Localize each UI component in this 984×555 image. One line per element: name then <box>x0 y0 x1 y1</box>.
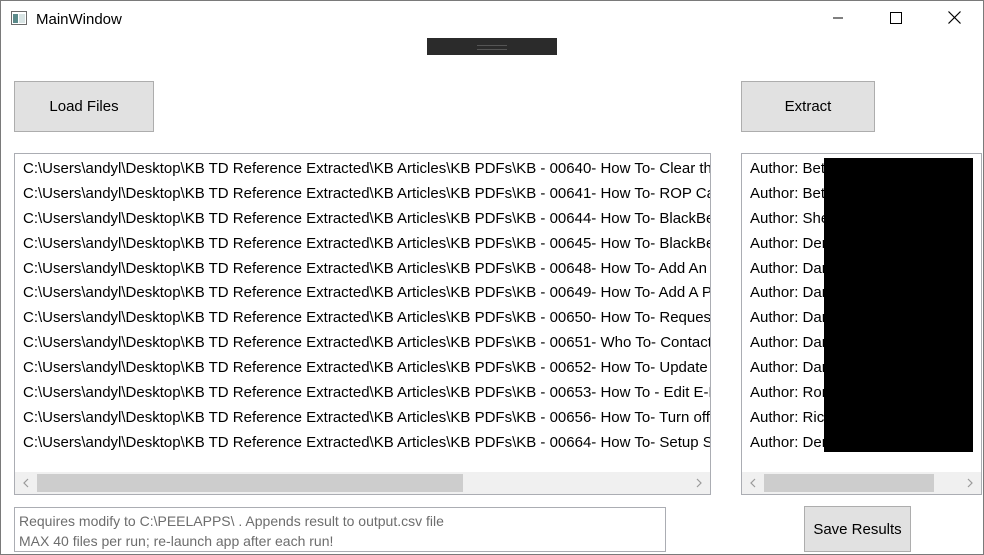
extract-button[interactable]: Extract <box>741 81 875 132</box>
results-horizontal-scrollbar[interactable] <box>742 472 981 494</box>
drag-handle[interactable] <box>427 38 557 55</box>
files-horizontal-scrollbar[interactable] <box>15 472 710 494</box>
files-list-rows: C:\Users\andyl\Desktop\KB TD Reference E… <box>15 157 710 472</box>
results-scroll-thumb[interactable] <box>764 474 934 492</box>
maximize-button[interactable] <box>867 1 925 39</box>
chevron-left-icon[interactable] <box>742 472 764 494</box>
chevron-left-icon[interactable] <box>15 472 37 494</box>
files-list[interactable]: C:\Users\andyl\Desktop\KB TD Reference E… <box>14 153 711 495</box>
main-window: MainWindow Load Files Extract C:\Users\a… <box>0 0 984 555</box>
notes-line: Requires modify to C:\PEELAPPS\ . Append… <box>19 513 444 529</box>
chevron-right-icon[interactable] <box>959 472 981 494</box>
list-item[interactable]: C:\Users\andyl\Desktop\KB TD Reference E… <box>15 207 710 232</box>
title-bar[interactable]: MainWindow <box>1 1 983 39</box>
list-item[interactable]: C:\Users\andyl\Desktop\KB TD Reference E… <box>15 431 710 456</box>
chevron-right-icon[interactable] <box>688 472 710 494</box>
load-files-button[interactable]: Load Files <box>14 81 154 132</box>
close-button[interactable] <box>925 1 983 39</box>
notes-textbox[interactable]: Requires modify to C:\PEELAPPS\ . Append… <box>14 507 666 552</box>
list-item[interactable]: C:\Users\andyl\Desktop\KB TD Reference E… <box>15 182 710 207</box>
list-item[interactable]: C:\Users\andyl\Desktop\KB TD Reference E… <box>15 281 710 306</box>
maximize-icon <box>890 11 902 29</box>
list-item[interactable]: C:\Users\andyl\Desktop\KB TD Reference E… <box>15 381 710 406</box>
list-item[interactable]: C:\Users\andyl\Desktop\KB TD Reference E… <box>15 331 710 356</box>
list-item[interactable]: C:\Users\andyl\Desktop\KB TD Reference E… <box>15 306 710 331</box>
list-item[interactable]: C:\Users\andyl\Desktop\KB TD Reference E… <box>15 157 710 182</box>
minimize-icon <box>832 11 844 29</box>
minimize-button[interactable] <box>809 1 867 39</box>
files-scroll-thumb[interactable] <box>37 474 463 492</box>
close-icon <box>947 11 961 29</box>
list-item[interactable]: C:\Users\andyl\Desktop\KB TD Reference E… <box>15 406 710 431</box>
list-item[interactable]: C:\Users\andyl\Desktop\KB TD Reference E… <box>15 232 710 257</box>
app-icon <box>11 11 27 25</box>
notes-line: MAX 40 files per run; re-launch app afte… <box>19 533 334 549</box>
window-title: MainWindow <box>36 11 122 28</box>
list-item[interactable]: C:\Users\andyl\Desktop\KB TD Reference E… <box>15 257 710 282</box>
save-results-button[interactable]: Save Results <box>804 506 911 552</box>
list-item[interactable]: C:\Users\andyl\Desktop\KB TD Reference E… <box>15 356 710 381</box>
redaction-block <box>824 158 973 452</box>
